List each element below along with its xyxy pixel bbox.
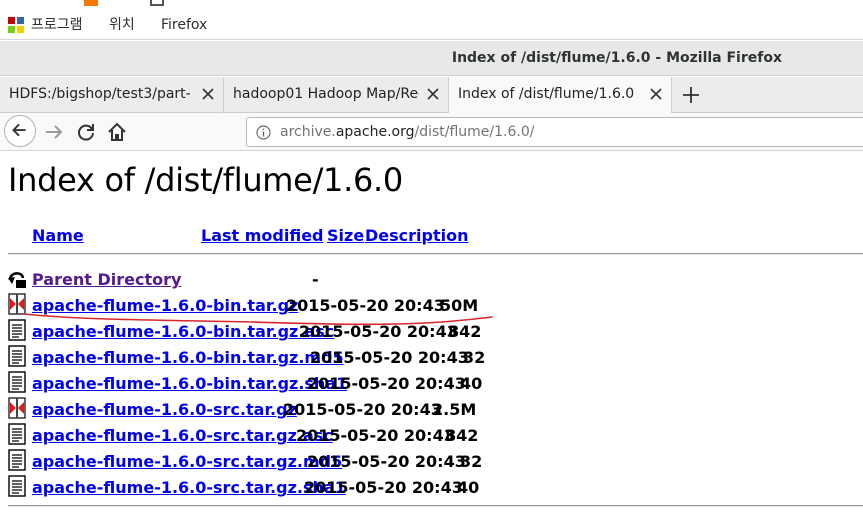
file-size: 50M (440, 296, 479, 315)
file-link[interactable]: apache-flume-1.6.0-bin.tar.gz (32, 296, 298, 316)
tab-strip: HDFS:/bigshop/test3/part-r-0 hadoop01 Ha… (0, 77, 863, 114)
sort-by-name-link[interactable]: Name (32, 226, 84, 246)
file-link[interactable]: apache-flume-1.6.0-bin.tar.gz.sha1 (32, 374, 347, 394)
sort-by-description-link[interactable]: Description (365, 226, 468, 246)
file-size: 842 (445, 426, 479, 445)
archive-icon (8, 397, 26, 419)
sort-by-last-modified-link[interactable]: Last modified (201, 226, 324, 246)
url-text: archive.apache.org/dist/flume/1.6.0/ (280, 124, 534, 140)
window-titlebar[interactable]: Index of /dist/flume/1.6.0 - Mozilla Fir… (0, 41, 863, 76)
file-size: 40 (457, 478, 480, 497)
page-title: Index of /dist/flume/1.6.0 (8, 161, 403, 199)
tab-label: HDFS:/bigshop/test3/part-r-0 (9, 86, 191, 102)
parent-size: - (312, 270, 319, 289)
url-path: /dist/flume/1.6.0/ (414, 124, 535, 140)
file-size: 842 (448, 322, 482, 341)
tab-index-flume[interactable]: Index of /dist/flume/1.6.0 (449, 77, 672, 114)
text-file-icon (8, 475, 26, 497)
file-row: apache-flume-1.6.0-src.tar.gz.asc 2015-0… (0, 423, 863, 452)
url-prefix: archive. (280, 124, 336, 140)
window-title: Index of /dist/flume/1.6.0 - Mozilla Fir… (451, 50, 782, 66)
site-info-icon[interactable] (256, 125, 271, 140)
forward-arrow-icon[interactable] (42, 120, 66, 144)
text-file-icon (8, 423, 26, 445)
file-link[interactable]: apache-flume-1.6.0-bin.tar.gz.md5 (32, 348, 344, 368)
file-row: apache-flume-1.6.0-src.tar.gz 2015-05-20… (0, 397, 863, 426)
file-size: 32 (460, 452, 483, 471)
parent-directory-link[interactable]: Parent Directory (32, 270, 181, 290)
new-tab-plus-icon[interactable] (678, 82, 704, 108)
window-indicator-icon (150, 0, 164, 6)
file-modified: 2015-05-20 20:43 (299, 322, 458, 341)
reload-icon[interactable] (74, 120, 98, 144)
tab-hadoop[interactable]: hadoop01 Hadoop Map/Redu (224, 77, 449, 113)
file-row: apache-flume-1.6.0-bin.tar.gz 2015-05-20… (0, 293, 863, 322)
applications-icon[interactable] (7, 16, 25, 34)
tab-hdfs[interactable]: HDFS:/bigshop/test3/part-r-0 (0, 77, 224, 113)
footer-divider (8, 505, 863, 507)
file-link[interactable]: apache-flume-1.6.0-src.tar.gz.asc (32, 426, 333, 446)
file-link[interactable]: apache-flume-1.6.0-src.tar.gz.md5 (32, 452, 342, 472)
tab-label: hadoop01 Hadoop Map/Redu (233, 86, 419, 102)
file-size: 40 (460, 374, 483, 393)
file-modified: 2015-05-20 20:43 (307, 452, 466, 471)
file-link[interactable]: apache-flume-1.6.0-bin.tar.gz.asc (32, 322, 334, 342)
places-menu[interactable]: 위치 (109, 16, 135, 34)
back-button[interactable] (4, 115, 36, 147)
file-link[interactable]: apache-flume-1.6.0-src.tar.gz.sha1 (32, 478, 346, 498)
text-file-icon (8, 371, 26, 393)
close-tab-icon[interactable] (649, 86, 663, 102)
gnome-top-bar (0, 0, 863, 10)
page-content: Index of /dist/flume/1.6.0 Name Last mod… (0, 152, 863, 531)
firefox-menu[interactable]: Firefox (161, 16, 207, 34)
file-modified: 2015-05-20 20:43 (307, 374, 466, 393)
close-tab-icon[interactable] (426, 86, 440, 102)
file-link[interactable]: apache-flume-1.6.0-src.tar.gz (32, 400, 297, 420)
file-row: apache-flume-1.6.0-bin.tar.gz.sha1 2015-… (0, 371, 863, 400)
file-modified: 2015-05-20 20:43 (310, 348, 469, 367)
text-file-icon (8, 449, 26, 471)
back-arrow-icon (12, 123, 26, 137)
text-file-icon (8, 345, 26, 367)
text-file-icon (8, 319, 26, 341)
file-row: apache-flume-1.6.0-bin.tar.gz.md5 2015-0… (0, 345, 863, 374)
parent-directory-row: Parent Directory - (0, 270, 863, 296)
navigation-toolbar: archive.apache.org/dist/flume/1.6.0/ (0, 113, 863, 151)
file-size: 2.5M (432, 400, 477, 419)
file-modified: 2015-05-20 20:43 (286, 296, 445, 315)
header-divider (8, 253, 863, 255)
firefox-indicator-icon (84, 0, 98, 6)
applications-menu[interactable]: 프로그램 (31, 16, 83, 34)
close-tab-icon[interactable] (201, 86, 215, 102)
file-size: 32 (463, 348, 486, 367)
url-host: apache.org (335, 124, 415, 140)
url-bar[interactable]: archive.apache.org/dist/flume/1.6.0/ (246, 117, 863, 147)
file-modified: 2015-05-20 20:43 (296, 426, 455, 445)
file-modified: 2015-05-20 20:43 (304, 478, 463, 497)
home-icon[interactable] (105, 120, 129, 144)
tab-label: Index of /dist/flume/1.6.0 (458, 86, 635, 102)
sort-by-size-link[interactable]: Size (327, 226, 364, 246)
file-modified: 2015-05-20 20:43 (283, 400, 442, 419)
file-row: apache-flume-1.6.0-bin.tar.gz.asc 2015-0… (0, 319, 863, 348)
app-menubar: 프로그램 위치 Firefox (0, 10, 863, 40)
file-row: apache-flume-1.6.0-src.tar.gz.md5 2015-0… (0, 449, 863, 478)
archive-icon (8, 293, 26, 315)
file-row: apache-flume-1.6.0-src.tar.gz.sha1 2015-… (0, 475, 863, 504)
back-folder-icon (8, 272, 26, 288)
